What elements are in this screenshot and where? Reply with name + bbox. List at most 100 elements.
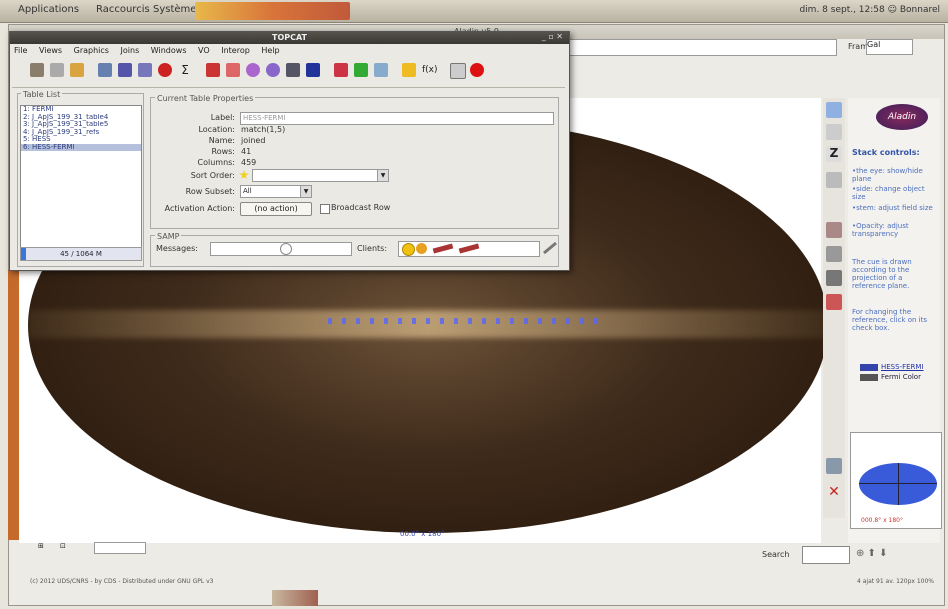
zoom-controls[interactable]: ⊞ ⊡: [38, 542, 198, 556]
table-list-item[interactable]: 2: J_ApJS_199_31_table4: [21, 114, 141, 122]
table-list-title: Table List: [21, 90, 63, 99]
client-aladin-icon[interactable]: [402, 243, 415, 256]
menu-windows[interactable]: Windows: [151, 46, 187, 55]
zoom-tool-icon[interactable]: Z: [826, 146, 842, 162]
launcher-icons[interactable]: [195, 2, 350, 20]
table-list-item[interactable]: 3: J_ApJS_199_31_table5: [21, 121, 141, 129]
pen-tool-icon[interactable]: [826, 294, 842, 310]
params-icon[interactable]: [138, 63, 152, 77]
help-text-3: •stem: adjust field size: [852, 204, 933, 212]
client-topcat-icon[interactable]: [458, 243, 480, 254]
sort-order-select[interactable]: ▼: [252, 169, 389, 182]
concat-icon[interactable]: [334, 63, 348, 77]
pan-tool-icon[interactable]: [826, 124, 842, 140]
aladin-toolbar: Z ✕: [823, 98, 845, 518]
table-list-item-selected[interactable]: 6: HESS-FERMI: [21, 143, 141, 151]
client-hub-icon[interactable]: [416, 243, 427, 254]
plot2d-icon[interactable]: [226, 63, 240, 77]
row-subset-select[interactable]: All ▼: [240, 185, 312, 198]
samp-hub-icon[interactable]: [542, 241, 558, 255]
source-markers: [328, 318, 608, 324]
join-icon[interactable]: [374, 63, 388, 77]
topcat-window: TOPCAT _ ▫ ✕ File Views Graphics Joins W…: [9, 31, 570, 271]
draw-tool-icon[interactable]: [826, 222, 842, 238]
activation-label: Activation Action:: [164, 204, 235, 213]
menu-help[interactable]: Help: [261, 46, 279, 55]
mini-crosshair-v: [898, 463, 899, 505]
zoom-field[interactable]: [94, 542, 146, 554]
filter-tool-icon[interactable]: [826, 246, 842, 262]
subsets-icon[interactable]: [158, 63, 172, 77]
log-icon[interactable]: [450, 63, 466, 79]
sphere-plot-icon[interactable]: [266, 63, 280, 77]
grid-icon[interactable]: ⊞: [38, 542, 44, 550]
memory-bar: 45 / 1064 M: [20, 247, 142, 261]
delete-icon[interactable]: ✕: [826, 484, 842, 500]
aladin-logo: Aladin: [876, 104, 928, 130]
search-input[interactable]: [802, 546, 850, 564]
funnel-icon[interactable]: [402, 63, 416, 77]
activation-action-button[interactable]: (no action): [240, 202, 312, 216]
taskbar-window[interactable]: [272, 590, 318, 606]
chevron-down-icon: ▼: [300, 186, 311, 197]
clients-label: Clients:: [357, 244, 388, 253]
dist-tool-icon[interactable]: [826, 172, 842, 188]
function-icon[interactable]: f(x): [422, 63, 438, 77]
properties-tool-icon[interactable]: [826, 458, 842, 474]
density-plot-icon[interactable]: [306, 63, 320, 77]
broadcast-row-label: Broadcast Row: [331, 203, 391, 212]
select-tool-icon[interactable]: [826, 102, 842, 118]
hpx-icon[interactable]: ⊡: [60, 542, 66, 550]
rows-label: Rows:: [211, 147, 236, 156]
columns-value: 459: [241, 158, 257, 167]
menu-interop[interactable]: Interop: [221, 46, 250, 55]
topcat-title: TOPCAT: [10, 32, 569, 44]
table-list[interactable]: 1: FERMI 2: J_ApJS_199_31_table4 3: J_Ap…: [20, 105, 142, 252]
broadcast-row-checkbox[interactable]: [320, 204, 330, 214]
help-text-2: •side: change object size: [852, 185, 925, 201]
location-label: Location:: [198, 125, 235, 134]
frame-select[interactable]: Gal: [866, 39, 913, 55]
stack-item[interactable]: HESS-FERMI: [860, 362, 924, 372]
stack-title: Stack controls:: [852, 148, 920, 157]
stats-icon[interactable]: Σ: [178, 63, 192, 77]
chevron-down-icon: ▼: [377, 170, 388, 181]
stack-plot-icon[interactable]: [286, 63, 300, 77]
columns-icon[interactable]: [118, 63, 132, 77]
view-size-label: 00.0° x 180°: [400, 530, 445, 538]
window-buttons[interactable]: _ ▫ ✕: [542, 32, 563, 41]
table-view-icon[interactable]: [98, 63, 112, 77]
client-topcat-icon[interactable]: [432, 243, 454, 254]
mini-view-label: 000.8° x 180°: [861, 517, 903, 524]
histogram-icon[interactable]: [206, 63, 220, 77]
help-text-5: The cue is drawn according to the projec…: [852, 258, 912, 290]
label-input[interactable]: HESS-FERMI: [240, 112, 554, 125]
tag-tool-icon[interactable]: [826, 270, 842, 286]
hand-icon[interactable]: [70, 63, 84, 77]
menu-vo[interactable]: VO: [198, 46, 210, 55]
system-panel: Applications Raccourcis Système dim. 8 s…: [0, 0, 948, 23]
menu-joins[interactable]: Joins: [121, 46, 140, 55]
menu-views[interactable]: Views: [39, 46, 62, 55]
table-list-item[interactable]: 4: J_ApJS_199_31_refs: [21, 129, 141, 137]
menu-raccourcis[interactable]: Raccourcis: [96, 4, 150, 15]
stack-item[interactable]: Fermi Color: [860, 372, 924, 382]
menu-graphics[interactable]: Graphics: [74, 46, 109, 55]
load-table-icon[interactable]: [30, 63, 44, 77]
table-list-item[interactable]: 5: HESS: [21, 136, 141, 144]
menu-file[interactable]: File: [14, 46, 27, 55]
clients-field[interactable]: [398, 241, 540, 257]
sky-plot-icon[interactable]: [246, 63, 260, 77]
mini-view[interactable]: 000.8° x 180°: [850, 432, 942, 529]
save-table-icon[interactable]: [50, 63, 64, 77]
location-combo[interactable]: [565, 39, 837, 56]
exit-icon[interactable]: [470, 63, 484, 77]
properties-title: Current Table Properties: [155, 94, 256, 103]
match-icon[interactable]: [354, 63, 368, 77]
menu-systeme[interactable]: Système: [153, 4, 196, 15]
menu-applications[interactable]: Applications: [18, 4, 79, 15]
toolbar-separator: [12, 87, 565, 88]
plane-icon: [860, 363, 878, 371]
table-list-item[interactable]: 1: FERMI: [21, 106, 141, 114]
nav-icons[interactable]: ⊕ ⬆ ⬇: [856, 548, 888, 559]
